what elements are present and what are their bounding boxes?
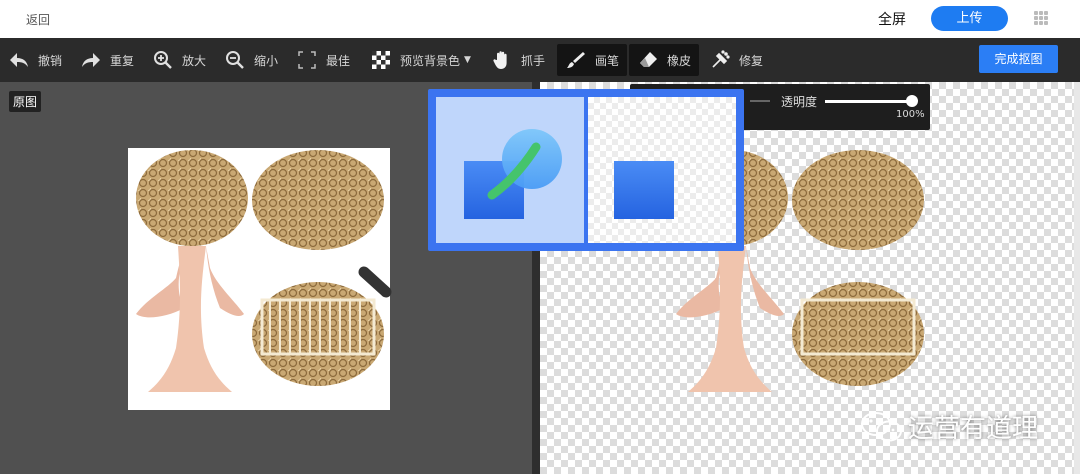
brush-icon [565, 49, 587, 71]
preview-bg-label: 预览背景色 [400, 53, 461, 68]
redo-icon [80, 49, 102, 71]
opacity-label: 透明度 [781, 95, 818, 109]
brush-mode-popup [428, 89, 744, 251]
opacity-slider[interactable] [825, 100, 913, 103]
wechat-icon [861, 411, 902, 441]
undo-label: 撤销 [38, 53, 63, 68]
redo-label: 重复 [110, 53, 135, 68]
watermark-text: 运营有道理 [908, 414, 1039, 444]
brush-keep-mode-option[interactable] [436, 97, 584, 243]
repair-label: 修复 [739, 53, 764, 68]
repair-icon [709, 49, 731, 71]
original-photo[interactable] [128, 148, 390, 410]
undo-button[interactable]: 撤销 [8, 38, 62, 82]
hand-icon [491, 49, 513, 71]
repair-button[interactable]: 修复 [709, 38, 763, 82]
upload-button[interactable]: 上传 [931, 6, 1008, 31]
keep-area-icon [464, 129, 562, 219]
eraser-button[interactable]: 橡皮 [629, 44, 700, 76]
caret-down-icon: ▼ [464, 55, 471, 65]
grid-icon[interactable] [1034, 11, 1048, 25]
toolbar: 撤销 重复 放大 缩小 最佳 预览背景色 ▼ 抓手 画笔 橡皮 修复 完成抠图 [0, 38, 1080, 82]
fit-icon [296, 49, 318, 71]
zoom-out-label: 缩小 [254, 53, 279, 68]
zoom-out-button[interactable]: 缩小 [224, 38, 278, 82]
back-link[interactable]: 返回 [26, 11, 50, 28]
top-bar: 返回 全屏 上传 [0, 0, 1080, 38]
redo-button[interactable]: 重复 [80, 38, 134, 82]
brush-cursor [358, 266, 392, 298]
fullscreen-button[interactable]: 全屏 [878, 9, 906, 29]
opacity-value: 100% [896, 109, 925, 120]
hand-label: 抓手 [521, 53, 546, 68]
fit-button[interactable]: 最佳 [296, 38, 350, 82]
undo-icon [8, 49, 30, 71]
brush-size-slider[interactable] [750, 100, 770, 102]
brush-button[interactable]: 画笔 [557, 44, 628, 76]
original-label: 原图 [9, 91, 42, 112]
eraser-icon [637, 49, 659, 71]
zoom-in-label: 放大 [182, 53, 207, 68]
opacity-slider-knob[interactable] [906, 95, 918, 107]
brush-remove-mode-option[interactable] [588, 97, 736, 243]
finish-cutout-button[interactable]: 完成抠图 [979, 45, 1058, 73]
remove-area-icon [614, 161, 674, 219]
brush-label: 画笔 [595, 53, 620, 68]
checkerboard-icon [370, 49, 392, 71]
scrollbar-track[interactable] [1074, 82, 1080, 474]
zoom-in-icon [152, 49, 174, 71]
hand-button[interactable]: 抓手 [491, 38, 545, 82]
fit-label: 最佳 [326, 53, 351, 68]
eraser-label: 橡皮 [667, 53, 692, 68]
watermark: 运营有道理 [860, 408, 1038, 445]
zoom-out-icon [224, 49, 246, 71]
zoom-in-button[interactable]: 放大 [152, 38, 206, 82]
preview-bg-dropdown[interactable]: 预览背景色 ▼ [370, 38, 471, 82]
